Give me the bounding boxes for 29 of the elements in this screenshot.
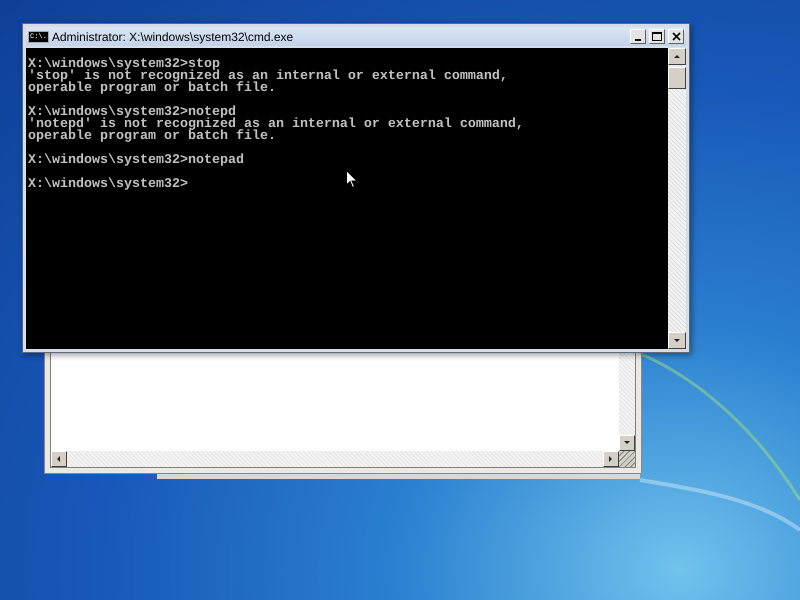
console-line: X:\windows\system32>notepad bbox=[28, 155, 244, 167]
close-icon bbox=[672, 32, 680, 41]
scroll-right-button[interactable] bbox=[603, 451, 619, 467]
scroll-down-button[interactable] bbox=[619, 435, 635, 451]
mouse-pointer-icon bbox=[346, 170, 358, 189]
scroll-up-button[interactable] bbox=[668, 48, 686, 65]
console-line: X:\windows\system32> bbox=[28, 179, 188, 191]
maximize-button[interactable] bbox=[649, 29, 665, 44]
minimize-icon bbox=[635, 38, 641, 40]
arrow-down-icon bbox=[623, 439, 631, 447]
window-title: Administrator: X:\windows\system32\cmd.exe bbox=[52, 28, 294, 46]
vertical-scrollbar[interactable] bbox=[619, 353, 635, 451]
scroll-left-button[interactable] bbox=[51, 451, 67, 467]
console-line: operable program or batch file. bbox=[28, 131, 276, 143]
arrow-left-icon bbox=[55, 455, 63, 463]
minimize-button[interactable] bbox=[630, 29, 646, 44]
close-button[interactable] bbox=[668, 29, 684, 44]
console-line: X:\windows\system32>stop bbox=[28, 59, 220, 71]
console-line: operable program or batch file. bbox=[28, 83, 276, 95]
console-line: X:\windows\system32>notepd bbox=[28, 107, 236, 119]
arrow-right-icon bbox=[607, 455, 615, 463]
arrow-down-icon bbox=[673, 336, 681, 344]
resize-grip-icon[interactable] bbox=[619, 451, 635, 467]
vertical-scrollbar[interactable] bbox=[668, 48, 686, 349]
horizontal-scrollbar[interactable] bbox=[51, 451, 619, 467]
arrow-up-icon bbox=[673, 52, 681, 60]
scrollbar-thumb[interactable] bbox=[668, 67, 686, 89]
scroll-down-button[interactable] bbox=[668, 332, 686, 349]
maximize-icon bbox=[652, 32, 662, 41]
